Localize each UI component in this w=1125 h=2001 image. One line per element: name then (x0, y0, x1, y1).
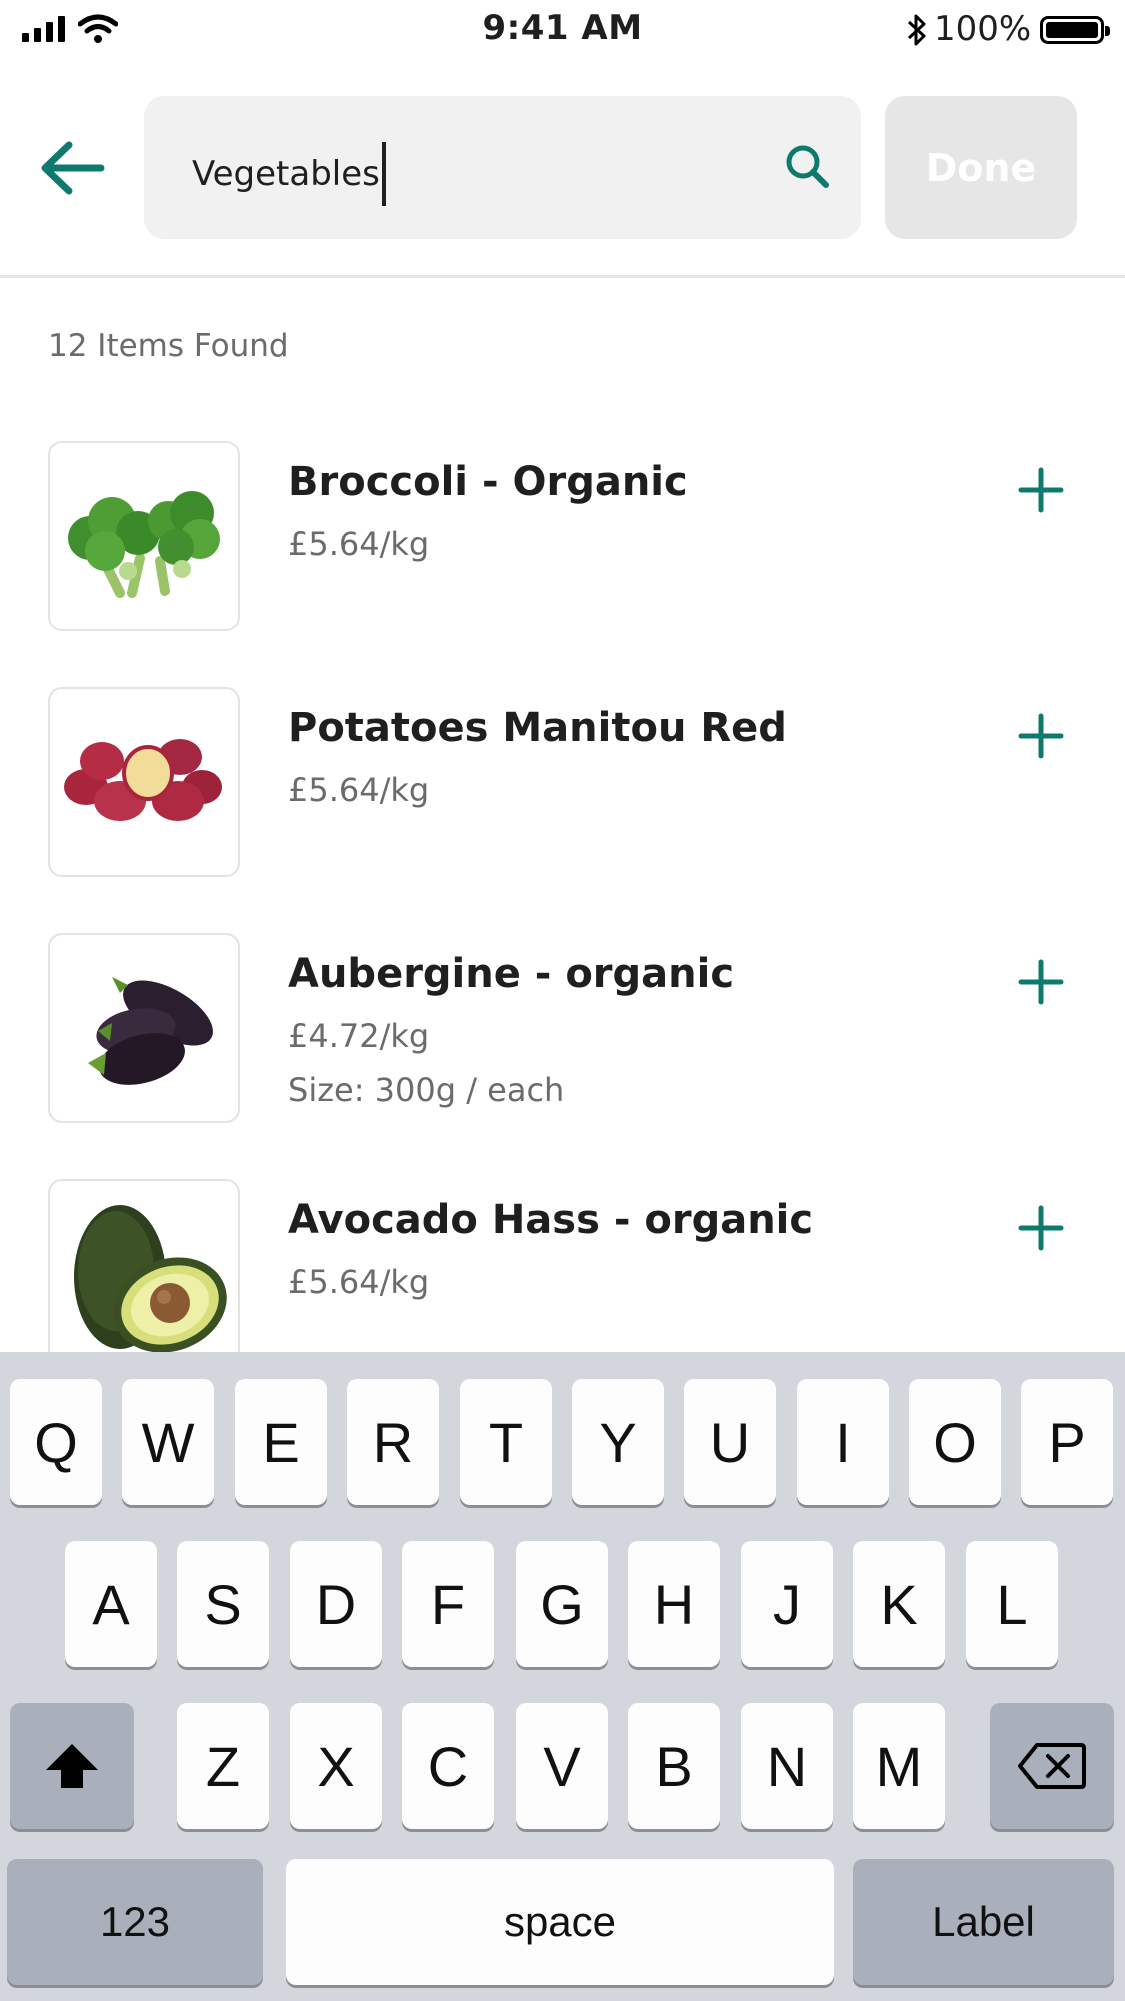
key-m[interactable]: M (853, 1703, 945, 1829)
key-i[interactable]: I (797, 1379, 889, 1505)
key-e[interactable]: E (235, 1379, 327, 1505)
key-y[interactable]: Y (572, 1379, 664, 1505)
numbers-key[interactable]: 123 (7, 1859, 263, 1985)
back-button[interactable] (36, 136, 108, 200)
search-icon[interactable] (783, 142, 831, 190)
product-image-broccoli (48, 441, 240, 631)
product-price: £5.64/kg (288, 525, 430, 563)
key-g[interactable]: G (516, 1541, 608, 1667)
space-key[interactable]: space (286, 1859, 834, 1985)
key-q[interactable]: Q (10, 1379, 102, 1505)
plus-icon (1018, 1205, 1064, 1251)
header-divider (0, 275, 1125, 278)
keyboard: Q W E R T Y U I O P A S D F G H J K L Z … (0, 1352, 1125, 2001)
product-image-red-potatoes (48, 687, 240, 877)
search-input-value: Vegetables (192, 154, 380, 194)
key-z[interactable]: Z (177, 1703, 269, 1829)
add-to-cart-button[interactable] (1012, 953, 1070, 1011)
search-input[interactable]: Vegetables (192, 142, 386, 206)
plus-icon (1018, 467, 1064, 513)
product-image-avocado (48, 1179, 240, 1369)
key-x[interactable]: X (290, 1703, 382, 1829)
battery-fill (1046, 22, 1098, 38)
bluetooth-icon (907, 14, 926, 46)
shift-key[interactable] (10, 1703, 134, 1829)
add-to-cart-button[interactable] (1012, 707, 1070, 765)
key-n[interactable]: N (741, 1703, 833, 1829)
key-a[interactable]: A (65, 1541, 157, 1667)
key-f[interactable]: F (402, 1541, 494, 1667)
battery-icon (1040, 16, 1110, 44)
list-item[interactable]: Potatoes Manitou Red £5.64/kg (0, 687, 1125, 933)
key-v[interactable]: V (516, 1703, 608, 1829)
delete-key[interactable] (990, 1703, 1114, 1829)
plus-icon (1018, 713, 1064, 759)
battery-percentage: 100% (934, 9, 1032, 49)
product-price: £5.64/kg (288, 1263, 430, 1301)
add-to-cart-button[interactable] (1012, 461, 1070, 519)
shift-icon (46, 1744, 98, 1788)
done-button[interactable]: Done (885, 96, 1077, 239)
key-w[interactable]: W (122, 1379, 214, 1505)
plus-icon (1018, 959, 1064, 1005)
key-k[interactable]: K (853, 1541, 945, 1667)
product-name: Avocado Hass - organic (288, 1197, 814, 1243)
product-name: Potatoes Manitou Red (288, 705, 787, 751)
key-l[interactable]: L (966, 1541, 1058, 1667)
backspace-icon (1018, 1743, 1086, 1789)
arrow-left-icon (41, 141, 105, 195)
key-j[interactable]: J (741, 1541, 833, 1667)
key-u[interactable]: U (684, 1379, 776, 1505)
list-item[interactable]: Broccoli - Organic £5.64/kg (0, 441, 1125, 687)
product-name: Aubergine - organic (288, 951, 735, 997)
key-t[interactable]: T (460, 1379, 552, 1505)
key-b[interactable]: B (628, 1703, 720, 1829)
key-o[interactable]: O (909, 1379, 1001, 1505)
status-bar: 9:41 AM 100% (0, 0, 1125, 62)
return-key[interactable]: Label (853, 1859, 1114, 1985)
add-to-cart-button[interactable] (1012, 1199, 1070, 1257)
key-s[interactable]: S (177, 1541, 269, 1667)
key-p[interactable]: P (1021, 1379, 1113, 1505)
product-image-aubergine (48, 933, 240, 1123)
key-c[interactable]: C (402, 1703, 494, 1829)
key-d[interactable]: D (290, 1541, 382, 1667)
product-name: Broccoli - Organic (288, 459, 688, 505)
product-price: £5.64/kg (288, 771, 430, 809)
product-price: £4.72/kg (288, 1017, 430, 1055)
search-box[interactable]: Vegetables (144, 96, 861, 239)
list-item[interactable]: Aubergine - organic £4.72/kg Size: 300g … (0, 933, 1125, 1179)
text-cursor (381, 142, 386, 206)
key-r[interactable]: R (347, 1379, 439, 1505)
key-h[interactable]: H (628, 1541, 720, 1667)
results-count: 12 Items Found (48, 328, 289, 364)
product-size: Size: 300g / each (288, 1071, 565, 1109)
